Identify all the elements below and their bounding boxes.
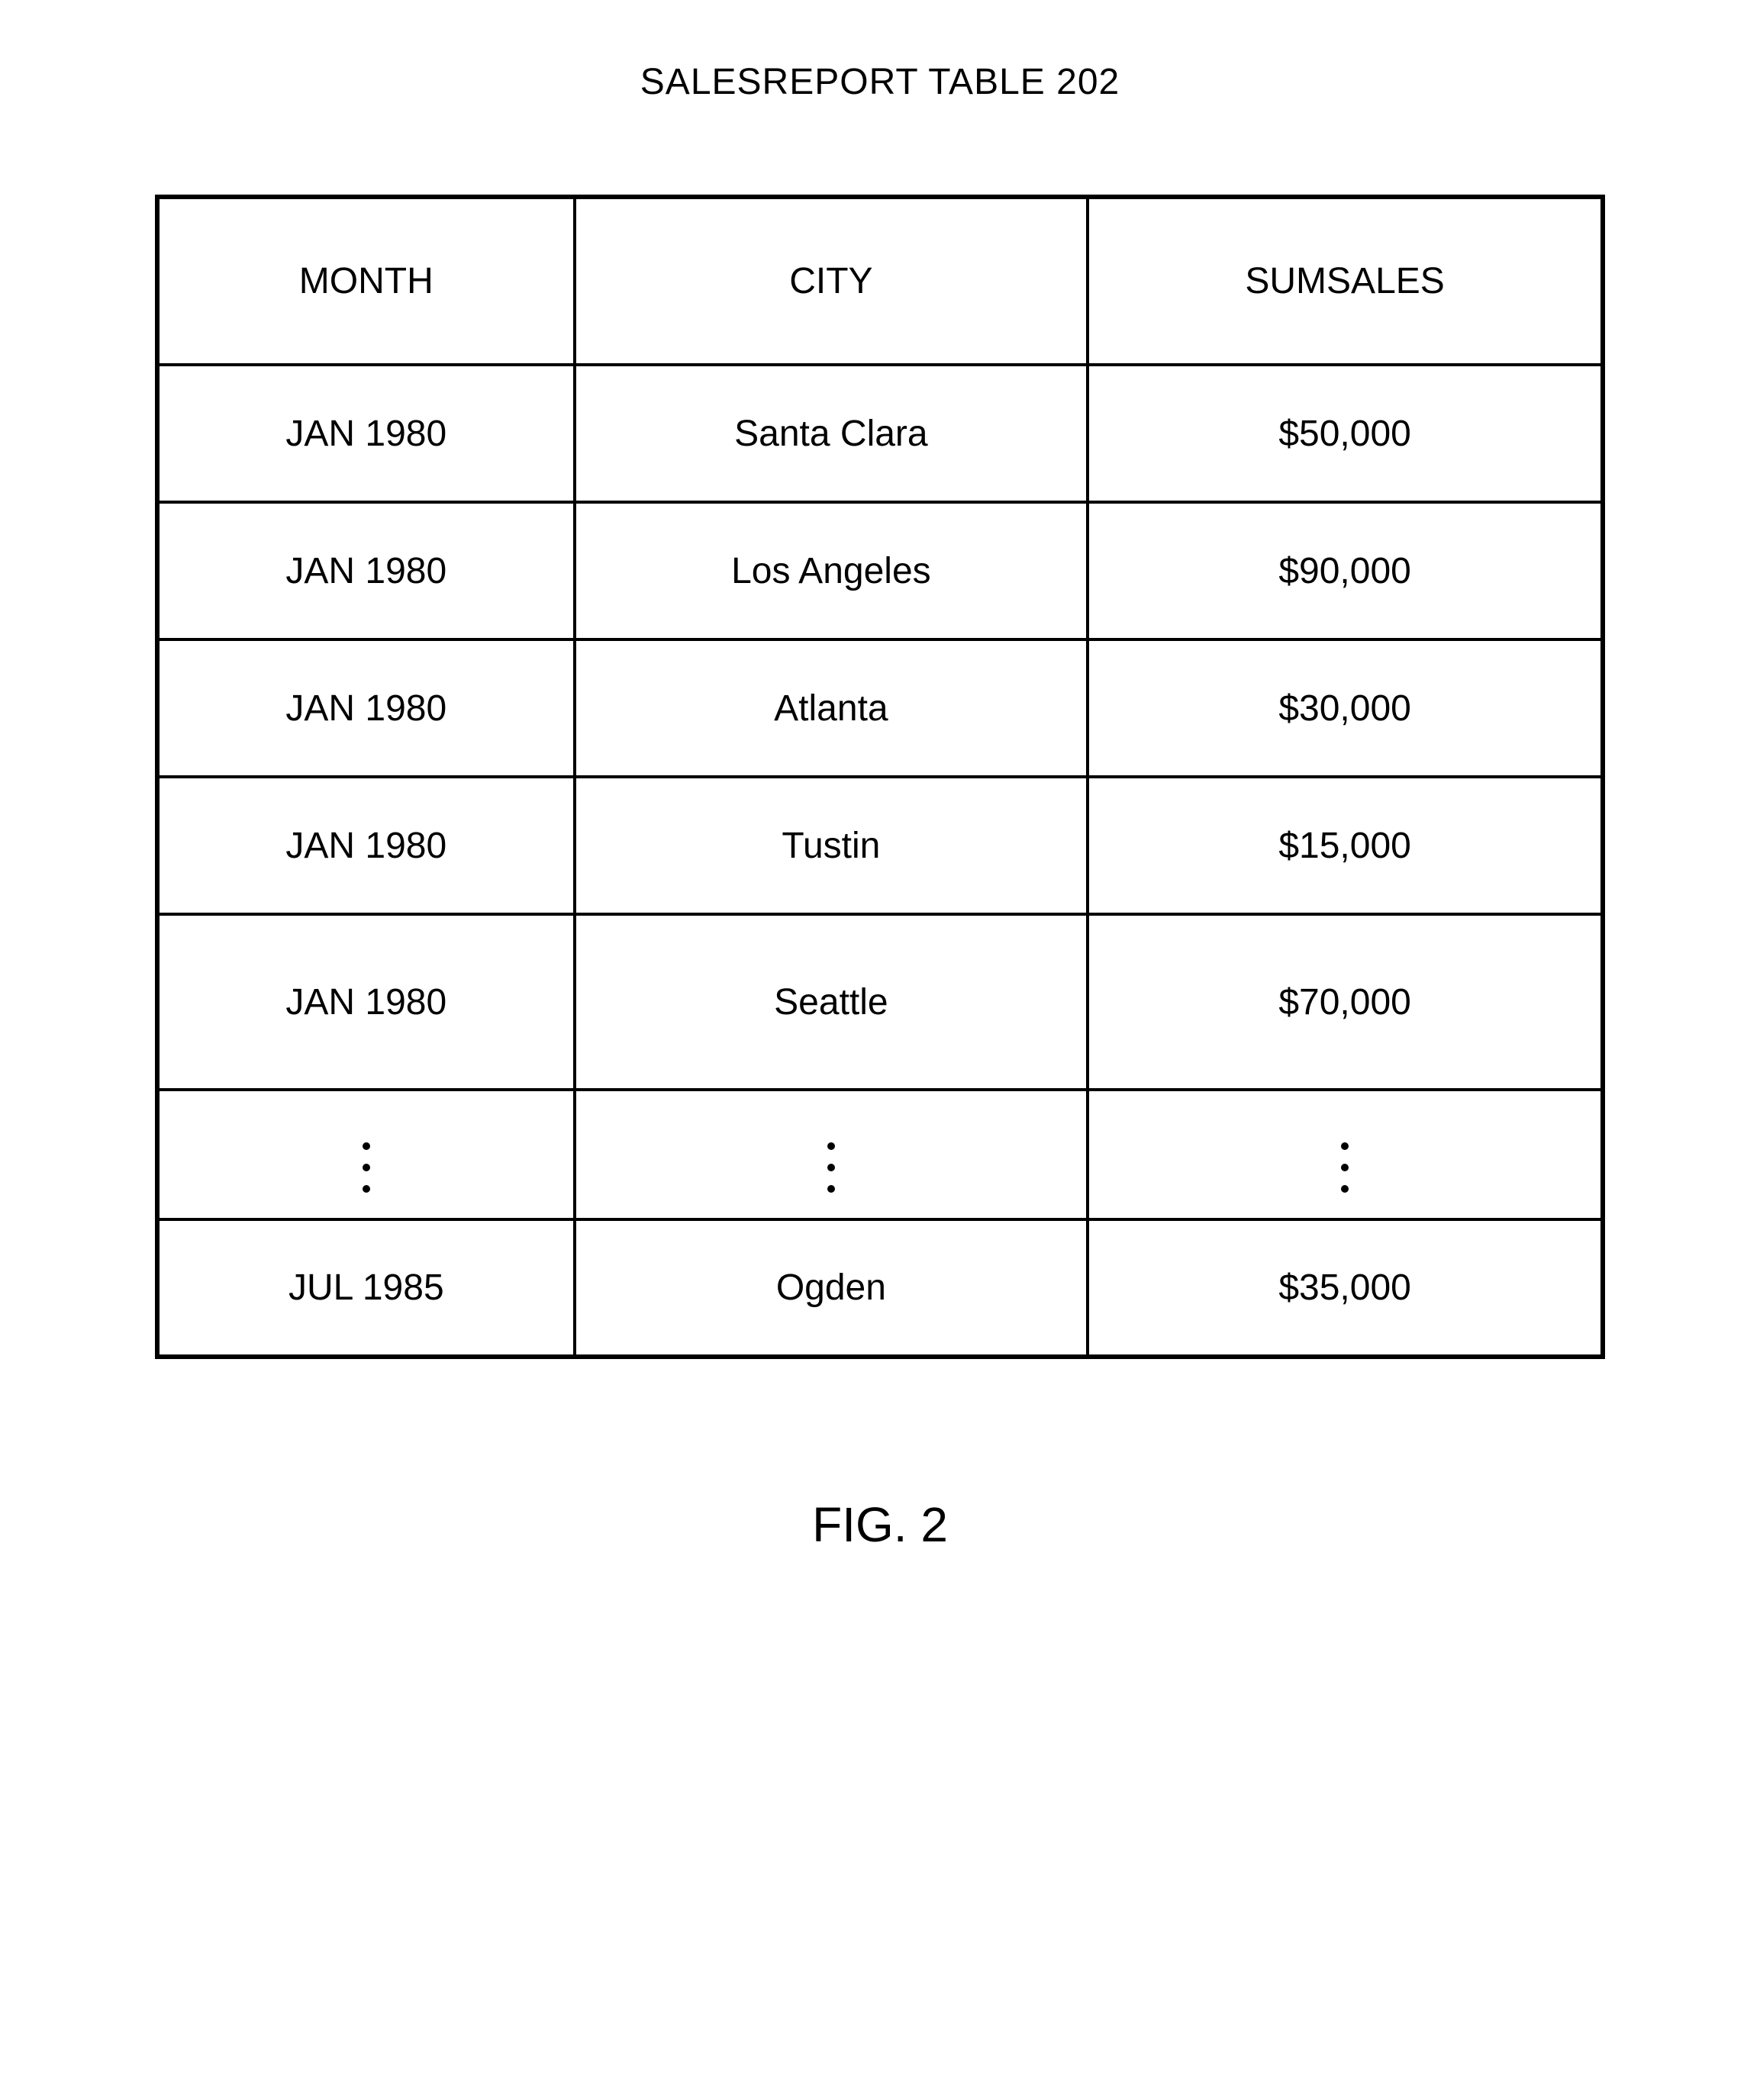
cell-sumsales: $15,000 (1088, 777, 1603, 914)
table-row: JAN 1980 Atlanta $30,000 (157, 639, 1603, 777)
table-row: JAN 1980 Los Angeles $90,000 (157, 502, 1603, 639)
salesreport-table-wrap: MONTH CITY SUMSALES JAN 1980 Santa Clara… (155, 195, 1605, 1359)
cell-sumsales: $30,000 (1088, 639, 1603, 777)
cell-city: Ogden (575, 1219, 1088, 1357)
table-header-row: MONTH CITY SUMSALES (157, 197, 1603, 365)
col-header-sumsales: SUMSALES (1088, 197, 1603, 365)
vertical-ellipsis-icon (827, 1142, 835, 1193)
page-title: SALESREPORT TABLE 202 (640, 61, 1120, 103)
cell-sumsales: $90,000 (1088, 502, 1603, 639)
cell-city: Los Angeles (575, 502, 1088, 639)
cell-month: JAN 1980 (157, 777, 575, 914)
cell-month: JAN 1980 (157, 639, 575, 777)
cell-sumsales: $35,000 (1088, 1219, 1603, 1357)
col-header-month: MONTH (157, 197, 575, 365)
ellipsis-cell (157, 1090, 575, 1219)
table-row: JAN 1980 Santa Clara $50,000 (157, 365, 1603, 502)
cell-month: JAN 1980 (157, 914, 575, 1090)
table-row: JUL 1985 Ogden $35,000 (157, 1219, 1603, 1357)
cell-month: JAN 1980 (157, 365, 575, 502)
salesreport-table: MONTH CITY SUMSALES JAN 1980 Santa Clara… (155, 195, 1605, 1359)
cell-month: JAN 1980 (157, 502, 575, 639)
col-header-city: CITY (575, 197, 1088, 365)
table-row: JAN 1980 Seattle $70,000 (157, 914, 1603, 1090)
ellipsis-cell (575, 1090, 1088, 1219)
table-row: JAN 1980 Tustin $15,000 (157, 777, 1603, 914)
cell-city: Santa Clara (575, 365, 1088, 502)
cell-city: Atlanta (575, 639, 1088, 777)
table-row-ellipsis (157, 1090, 1603, 1219)
vertical-ellipsis-icon (363, 1142, 370, 1193)
cell-city: Tustin (575, 777, 1088, 914)
ellipsis-cell (1088, 1090, 1603, 1219)
vertical-ellipsis-icon (1341, 1142, 1349, 1193)
cell-sumsales: $50,000 (1088, 365, 1603, 502)
cell-month: JUL 1985 (157, 1219, 575, 1357)
cell-sumsales: $70,000 (1088, 914, 1603, 1090)
figure-label: FIG. 2 (812, 1496, 948, 1553)
cell-city: Seattle (575, 914, 1088, 1090)
